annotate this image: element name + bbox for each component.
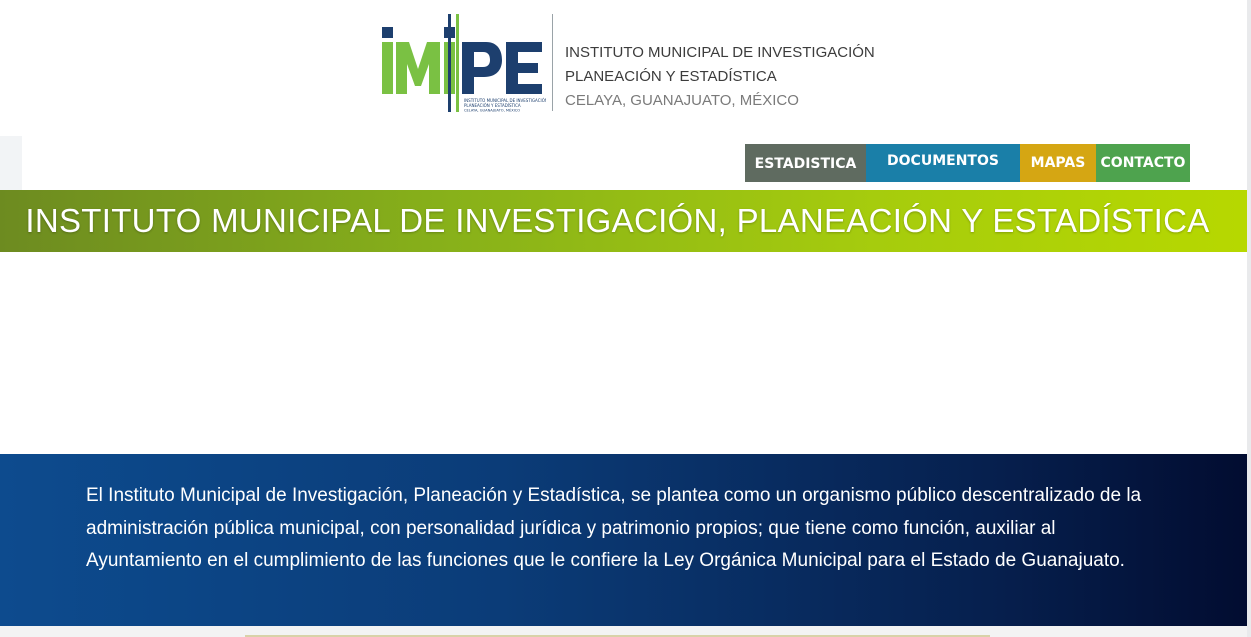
header-location: CELAYA, GUANAJUATO, MÉXICO xyxy=(565,92,799,109)
content-area xyxy=(0,252,1251,454)
nav-documentos[interactable]: DOCUMENTOS xyxy=(866,144,1020,182)
nav-mapas[interactable]: MAPAS xyxy=(1020,144,1096,182)
header-title-block: INSTITUTO MUNICIPAL DE INVESTIGACIÓN PLA… xyxy=(565,41,875,113)
nav-estadistica[interactable]: ESTADISTICA xyxy=(745,144,866,182)
banner-title: INSTITUTO MUNICIPAL DE INVESTIGACIÓN, PL… xyxy=(25,202,1210,239)
scrollbar-track[interactable] xyxy=(1247,0,1251,637)
nav-contacto[interactable]: CONTACTO xyxy=(1096,144,1190,182)
info-section: El Instituto Municipal de Investigación,… xyxy=(0,454,1251,626)
site-header: INSTITUTO MUNICIPAL DE INVESTIGACIÓN PLA… xyxy=(0,0,1251,136)
header-title-line1: INSTITUTO MUNICIPAL DE INVESTIGACIÓN xyxy=(565,44,875,61)
svg-text:PLANEACIÓN Y ESTADÍSTICA: PLANEACIÓN Y ESTADÍSTICA xyxy=(464,103,521,108)
svg-text:CELAYA, GUANAJUATO, MÉXICO: CELAYA, GUANAJUATO, MÉXICO xyxy=(464,108,520,113)
imipe-logo[interactable]: INSTITUTO MUNICIPAL DE INVESTIGACIÓN PLA… xyxy=(380,14,546,112)
header-divider xyxy=(552,14,553,111)
header-title-line2: PLANEACIÓN Y ESTADÍSTICA xyxy=(565,68,777,85)
info-text: El Instituto Municipal de Investigación,… xyxy=(86,485,1142,571)
title-banner: INSTITUTO MUNICIPAL DE INVESTIGACIÓN, PL… xyxy=(0,190,1251,252)
